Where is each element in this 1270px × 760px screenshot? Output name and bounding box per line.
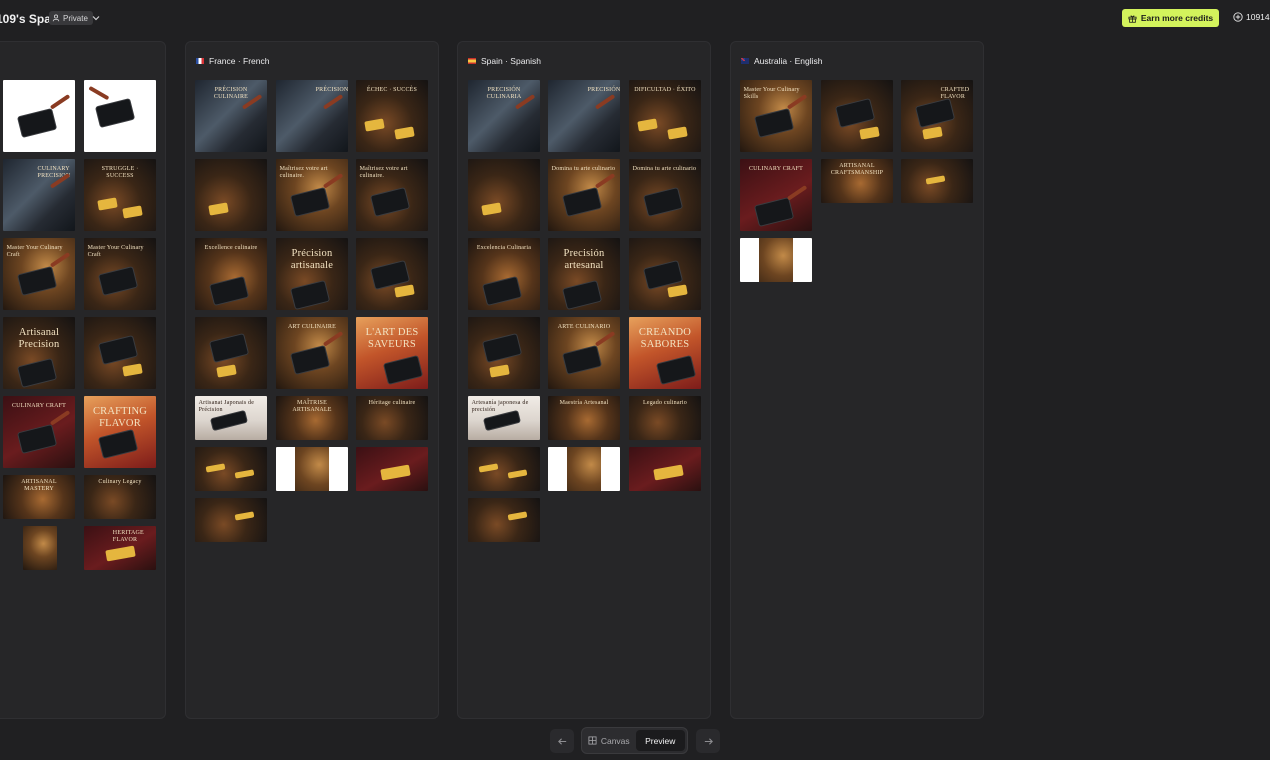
thumbnail[interactable] [356,238,428,310]
source-column: CULINARY PRECISION STRUGGLE · SUCCESS Ma… [0,41,166,719]
earn-credits-button[interactable]: Earn more credits [1122,9,1219,27]
thumbnail[interactable] [3,80,75,152]
thumbnail[interactable]: PRÉCISION [276,80,348,152]
arrow-left-icon [557,737,566,745]
preview-tab[interactable]: Preview [635,730,685,751]
thumbnail[interactable]: L'ART DES SAVEURS [356,317,428,389]
thumbnail[interactable] [629,447,701,491]
column-france: France · French PRÉCISION CULINAIRE PRÉC… [185,41,439,719]
thumbnail[interactable]: ARTE CULINARIO [548,317,620,389]
thumbnail[interactable]: STRUGGLE · SUCCESS [84,159,156,231]
thumbnail[interactable] [629,238,701,310]
thumbnail[interactable]: Master Your Culinary Skills [740,80,812,152]
thumbnail[interactable] [195,447,267,491]
chevron-down-icon[interactable] [91,13,101,23]
column-header: Australia · English [741,56,823,66]
thumbnail[interactable]: CRAFTING FLAVOR [84,396,156,468]
thumbnail[interactable]: Artisanal Precision [3,317,75,389]
thumbnail[interactable]: Domina tu arte culinario [548,159,620,231]
thumbnail[interactable]: HERITAGE FLAVOR [84,526,156,570]
column-spain: Spain · Spanish PRECISIÓN CULINARIA PREC… [457,41,711,719]
thumbnail[interactable]: Legado culinario [629,396,701,440]
thumbnail[interactable] [356,447,428,491]
thumbnail[interactable]: ART CULINAIRE [276,317,348,389]
privacy-badge[interactable]: Private [49,11,93,25]
thumbnail[interactable]: CULINARY CRAFT [3,396,75,468]
credits-counter[interactable]: 10914 [1233,12,1270,22]
thumbnail[interactable] [84,317,156,389]
thumbnail[interactable] [901,159,973,203]
thumbnail[interactable]: Précision artisanale [276,238,348,310]
top-bar: 109's Space Private Earn more credits 10… [0,0,1270,36]
thumbnail[interactable]: CULINARY CRAFT [740,159,812,231]
thumbnail[interactable] [195,317,267,389]
thumbnail[interactable]: CULINARY PRECISION [3,159,75,231]
user-icon [52,14,60,22]
thumbnail[interactable]: Excellence culinaire [195,238,267,310]
flag-spain-icon [468,58,476,64]
thumbnail[interactable] [548,447,620,491]
thumbnail[interactable] [195,498,267,542]
canvas-label: Canvas [600,735,630,746]
thumbnail[interactable] [195,159,267,231]
arrow-right-icon [704,737,713,745]
thumbnail[interactable]: Domina tu arte culinario [629,159,701,231]
thumbnail[interactable]: ÉCHEC · SUCCÈS [356,80,428,152]
thumbnail[interactable]: CREANDO SABORES [629,317,701,389]
thumbnail[interactable]: Maîtrisez votre art culinaire. [276,159,348,231]
thumbnail[interactable]: PRECISIÓN [548,80,620,152]
thumbnail[interactable]: Maîtrisez votre art culinaire. [356,159,428,231]
thumbnail[interactable] [23,526,57,570]
thumbnail[interactable] [276,447,348,491]
previous-button[interactable] [550,729,574,753]
thumbnail[interactable]: CRAFTED FLAVOR [901,80,973,152]
thumbnail[interactable]: PRÉCISION CULINAIRE [195,80,267,152]
thumbnail[interactable] [84,80,156,152]
thumbnail[interactable]: DIFICULTAD · ÉXITO [629,80,701,152]
thumbnail[interactable]: MAÎTRISE ARTISANALE [276,396,348,440]
gift-icon [1128,15,1137,23]
thumbnail[interactable] [740,238,812,282]
privacy-label: Private [63,13,88,23]
thumbnail[interactable]: ARTISANAL MASTERY [3,475,75,519]
plus-circle-icon [1233,12,1243,22]
thumbnail[interactable] [468,498,540,542]
column-header: France · French [196,56,269,66]
thumbnail[interactable] [821,80,893,152]
thumbnail[interactable]: Maestría Artesanal [548,396,620,440]
thumbnail[interactable]: Precisión artesanal [548,238,620,310]
thumbnail[interactable]: PRECISIÓN CULINARIA [468,80,540,152]
canvas-tab[interactable]: Canvas [584,730,634,751]
preview-label: Preview [645,735,676,746]
column-title: Australia · English [754,56,823,66]
thumbnail[interactable]: Master Your Culinary Craft [3,238,75,310]
thumbnail[interactable]: Culinary Legacy [84,475,156,519]
flag-australia-icon [741,58,749,64]
next-button[interactable] [696,729,720,753]
thumbnail[interactable]: Excelencia Culinaria [468,238,540,310]
thumbnail[interactable]: Master Your Culinary Craft [84,238,156,310]
earn-credits-label: Earn more credits [1140,13,1214,23]
flag-france-icon [196,58,204,64]
thumbnail[interactable]: ARTISANAL CRAFTSMANSHIP [821,159,893,203]
thumbnail[interactable] [468,159,540,231]
grid-icon [588,736,597,745]
thumbnail[interactable]: Artesanía japonesa de precisión [468,396,540,440]
column-australia: Australia · English Master Your Culinary… [730,41,984,719]
view-mode-toggle: Canvas Preview [581,727,688,754]
thumbnail[interactable] [468,317,540,389]
thumbnail[interactable]: Héritage culinaire [356,396,428,440]
thumbnail[interactable] [468,447,540,491]
credits-value: 10914 [1246,12,1270,22]
column-title: France · French [209,56,270,66]
thumbnail[interactable]: Artisanat Japonais de Précision [195,396,267,440]
column-header: Spain · Spanish [468,56,541,66]
column-title: Spain · Spanish [481,56,542,66]
